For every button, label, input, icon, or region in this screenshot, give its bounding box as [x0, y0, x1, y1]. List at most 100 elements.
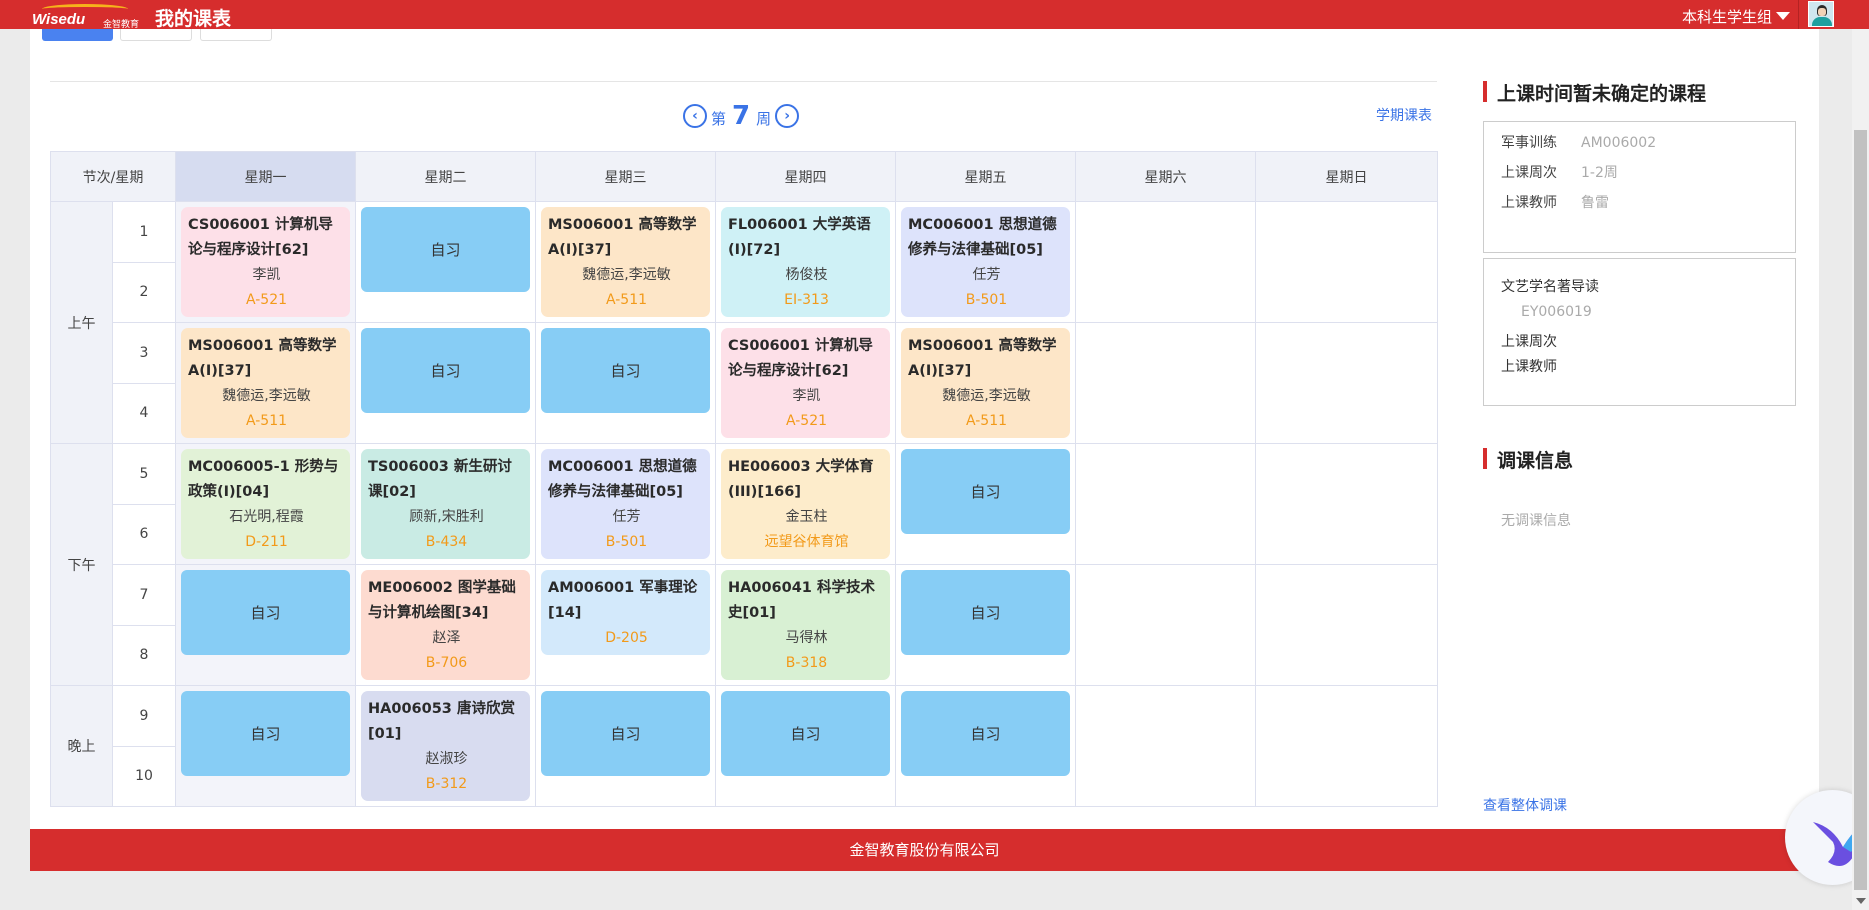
course-teacher: 任芳: [972, 267, 1001, 283]
self-study-block[interactable]: 自习: [181, 691, 350, 776]
view-tab-active[interactable]: [42, 29, 113, 41]
course-name: FL006001 大学英语(Ⅰ)[72]: [728, 217, 871, 258]
course-card[interactable]: CS006001 计算机导论与程序设计[62] 李凯 A-521: [721, 328, 890, 438]
self-study-block[interactable]: 自习: [901, 691, 1070, 776]
slot-wed-9: 自习: [535, 685, 716, 807]
day-header-sun: 星期日: [1255, 151, 1438, 202]
course-room: B-706: [425, 655, 468, 671]
course-room: A-511: [245, 413, 288, 429]
scroll-thumb[interactable]: [1854, 130, 1867, 890]
divider: [50, 81, 1437, 82]
course-name: HE006003 大学体育(III)[166]: [728, 459, 874, 500]
view-all-adjust-link[interactable]: 查看整体调课: [1483, 795, 1567, 815]
period-number: 5: [112, 443, 176, 505]
course-teacher: 魏德运,李远敏: [222, 388, 311, 404]
course-teacher: 马得林: [785, 630, 828, 646]
slot-tue-5: TS006003 新生研讨课[02] 顾新,宋胜利 B-434: [355, 443, 536, 565]
self-study-block[interactable]: 自习: [721, 691, 890, 776]
self-study-block[interactable]: 自习: [901, 449, 1070, 534]
self-study-block[interactable]: 自习: [361, 328, 530, 413]
app-title: 我的课表: [155, 8, 232, 30]
course-room: EI-313: [784, 292, 829, 308]
teacher-value: 鲁雷: [1581, 195, 1609, 211]
day-header-tue: 星期二: [355, 151, 536, 202]
slot-sat-1: [1075, 201, 1256, 323]
caret-down-icon[interactable]: [1776, 12, 1790, 20]
course-name: MC006001 思想道德修养与法律基础[05]: [908, 217, 1057, 258]
course-room: A-511: [965, 413, 1008, 429]
slot-wed-7: AM006001 军事理论[14] D-205: [535, 564, 716, 686]
self-study-block[interactable]: 自习: [541, 691, 710, 776]
course-name: ME006002 图学基础与计算机绘图[34]: [368, 580, 516, 621]
course-name: HA006053 唐诗欣赏[01]: [368, 701, 515, 742]
week-navigator: ‹ 第 7 周 ›: [683, 101, 800, 131]
day-header-sat: 星期六: [1075, 151, 1256, 202]
slot-thu-1: FL006001 大学英语(Ⅰ)[72] 杨俊枝 EI-313: [715, 201, 896, 323]
course-card[interactable]: HE006003 大学体育(III)[166] 金玉柱 远望谷体育馆: [721, 449, 890, 559]
role-selector[interactable]: 本科生学生组: [1682, 6, 1772, 27]
slot-wed-1: MS006001 高等数学A(Ⅰ)[37] 魏德运,李远敏 A-511: [535, 201, 716, 323]
course-room: D-205: [605, 630, 648, 646]
adjust-title: 调课信息: [1483, 446, 1573, 473]
period-number: 6: [112, 503, 176, 565]
course-teacher: 魏德运,李远敏: [942, 388, 1031, 404]
slot-mon-3: MS006001 高等数学A(Ⅰ)[37] 魏德运,李远敏 A-511: [175, 322, 356, 444]
course-card[interactable]: AM006001 军事理论[14] D-205: [541, 570, 710, 655]
course-teacher: 顾新,宋胜利: [409, 509, 484, 525]
self-study-block[interactable]: 自习: [541, 328, 710, 413]
slot-sat-7: [1075, 564, 1256, 686]
corner-header: 节次/星期: [50, 151, 176, 202]
course-name: CS006001 计算机导论与程序设计[62]: [188, 217, 333, 258]
self-study-block[interactable]: 自习: [361, 207, 530, 292]
period-number: 8: [112, 624, 176, 686]
course-card[interactable]: MS006001 高等数学A(Ⅰ)[37] 魏德运,李远敏 A-511: [901, 328, 1070, 438]
course-card[interactable]: MS006001 高等数学A(Ⅰ)[37] 魏德运,李远敏 A-511: [181, 328, 350, 438]
course-room: B-312: [425, 776, 468, 792]
slot-fri-5: 自习: [895, 443, 1076, 565]
week-suffix: 周: [756, 110, 772, 128]
course-card[interactable]: HA006041 科学技术史[01] 马得林 B-318: [721, 570, 890, 680]
self-study-block[interactable]: 自习: [901, 570, 1070, 655]
slot-sun-3: [1255, 322, 1438, 444]
next-week-icon[interactable]: ›: [775, 104, 800, 128]
course-card[interactable]: MC006001 思想道德修养与法律基础[05] 任芳 B-501: [901, 207, 1070, 317]
course-card[interactable]: FL006001 大学英语(Ⅰ)[72] 杨俊枝 EI-313: [721, 207, 890, 317]
course-card[interactable]: CS006001 计算机导论与程序设计[62] 李凯 A-521: [181, 207, 350, 317]
vertical-scrollbar[interactable]: [1852, 0, 1869, 910]
course-room: 远望谷体育馆: [764, 534, 849, 550]
term-schedule-link[interactable]: 学期课表: [1376, 105, 1432, 125]
period-morning: 上午: [50, 201, 113, 444]
course-room: B-434: [425, 534, 468, 550]
footer: 金智教育股份有限公司: [30, 829, 1819, 871]
scroll-down-icon[interactable]: [1856, 898, 1866, 904]
course-card[interactable]: MS006001 高等数学A(Ⅰ)[37] 魏德运,李远敏 A-511: [541, 207, 710, 317]
course-teacher: 李凯: [252, 267, 281, 283]
slot-fri-3: MS006001 高等数学A(Ⅰ)[37] 魏德运,李远敏 A-511: [895, 322, 1076, 444]
course-teacher: 任芳: [612, 509, 641, 525]
period-number: 9: [112, 685, 176, 747]
period-number: 7: [112, 564, 176, 626]
course-card[interactable]: ME006002 图学基础与计算机绘图[34] 赵泽 B-706: [361, 570, 530, 680]
slot-mon-1: CS006001 计算机导论与程序设计[62] 李凯 A-521: [175, 201, 356, 323]
course-room: A-511: [605, 292, 648, 308]
course-card[interactable]: HA006053 唐诗欣赏[01] 赵淑珍 B-312: [361, 691, 530, 801]
prev-week-icon[interactable]: ‹: [683, 104, 707, 128]
avatar[interactable]: [1808, 1, 1834, 27]
course-name: MS006001 高等数学A(Ⅰ)[37]: [548, 217, 697, 258]
course-card[interactable]: TS006003 新生研讨课[02] 顾新,宋胜利 B-434: [361, 449, 530, 559]
slot-tue-3: 自习: [355, 322, 536, 444]
day-header-fri: 星期五: [895, 151, 1076, 202]
teacher-label: 上课教师: [1501, 359, 1557, 375]
week-prefix: 第: [711, 110, 727, 128]
course-card[interactable]: MC006001 思想道德修养与法律基础[05] 任芳 B-501: [541, 449, 710, 559]
weeks-label: 上课周次: [1501, 165, 1557, 181]
slot-sat-3: [1075, 322, 1256, 444]
day-header-mon: 星期一: [175, 151, 356, 202]
course-card[interactable]: MC006005-1 形势与政策(Ⅰ)[04] 石光明,程霞 D-211: [181, 449, 350, 559]
slot-sat-5: [1075, 443, 1256, 565]
slot-tue-1: 自习: [355, 201, 536, 323]
self-study-block[interactable]: 自习: [181, 570, 350, 655]
course-room: B-501: [605, 534, 648, 550]
course-name: MS006001 高等数学A(Ⅰ)[37]: [908, 338, 1057, 379]
course-name: 军事训练: [1501, 135, 1557, 151]
